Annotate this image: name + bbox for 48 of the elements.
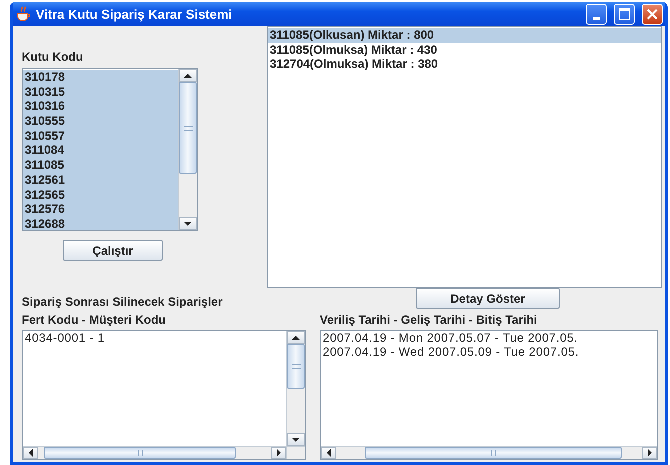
scroll-up-button[interactable]: [287, 331, 305, 344]
list-item[interactable]: 310555: [23, 114, 178, 129]
list-item[interactable]: 4034-0001 - 1: [23, 332, 286, 346]
minimize-button[interactable]: [586, 4, 607, 24]
list-item[interactable]: 310315: [23, 84, 178, 100]
minimize-icon: [593, 16, 600, 20]
list-label: Kutu Kodu: [22, 50, 84, 64]
list-label: Fert Kodu - Müşteri Kodu: [22, 313, 167, 327]
list-item[interactable]: 311084: [23, 143, 178, 158]
list-item[interactable]: 2007.04.19 - Mon 2007.05.07 - Tue 2007.05.: [321, 332, 657, 346]
scroll-left-button[interactable]: [23, 447, 38, 459]
detail-button[interactable]: Detay Göster: [416, 288, 560, 309]
list-item[interactable]: 312704(Olmuksa) Miktar : 380: [268, 57, 661, 72]
list-item[interactable]: 311085: [23, 158, 178, 173]
scroll-left-button[interactable]: [321, 447, 336, 459]
maximize-icon: [619, 8, 630, 20]
list-item[interactable]: 311085(Olmuksa) Miktar : 430: [268, 42, 661, 58]
close-button[interactable]: [642, 4, 663, 24]
scroll-down-button[interactable]: [179, 217, 197, 230]
close-icon: [647, 8, 658, 20]
list-item[interactable]: 310316: [23, 99, 178, 114]
list-item[interactable]: 312561: [23, 172, 178, 188]
scroll-right-button[interactable]: [271, 447, 286, 459]
cup-icon: [17, 6, 31, 22]
list-item[interactable]: 2007.04.19 - Wed 2007.05.09 - Tue 2007.05.: [321, 346, 657, 359]
list-item[interactable]: 312688: [23, 216, 178, 230]
vertical-scrollbar[interactable]: [178, 69, 197, 230]
run-button[interactable]: Çalıştır: [63, 240, 163, 261]
list-item[interactable]: 311085(Olkusan) Miktar : 800: [268, 28, 661, 43]
scroll-up-button[interactable]: [179, 69, 197, 82]
scrollbar-corner: [286, 446, 305, 459]
scrollbar-thumb[interactable]: [179, 82, 197, 174]
horizontal-scrollbar[interactable]: [321, 446, 657, 459]
horizontal-scrollbar[interactable]: [23, 446, 286, 459]
list-item[interactable]: 312565: [23, 188, 178, 202]
window-title: Vitra Kutu Sipariş Karar Sistemi: [36, 6, 234, 22]
list-item[interactable]: 310178: [23, 70, 178, 85]
list-item[interactable]: 312576: [23, 202, 178, 217]
scroll-right-button[interactable]: [642, 447, 657, 459]
scrollbar-thumb[interactable]: [365, 447, 622, 459]
maximize-button[interactable]: [614, 4, 635, 24]
list-item[interactable]: 310557: [23, 128, 178, 144]
list-label: Veriliş Tarihi - Geliş Tarihi - Bitiş Tarihi: [320, 313, 538, 327]
vertical-scrollbar[interactable]: [286, 331, 305, 446]
scroll-down-button[interactable]: [287, 433, 305, 446]
scrollbar-thumb[interactable]: [44, 447, 236, 459]
section-title: Sipariş Sonrası Silinecek Siparişler: [22, 295, 224, 309]
scrollbar-thumb[interactable]: [287, 344, 305, 389]
